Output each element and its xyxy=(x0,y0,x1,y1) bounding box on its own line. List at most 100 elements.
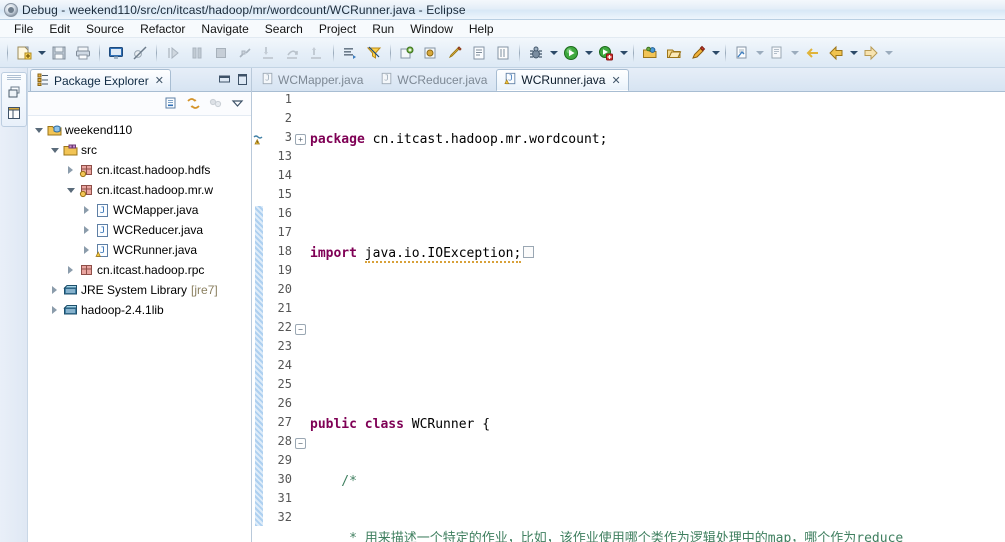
menu-source[interactable]: Source xyxy=(78,21,132,37)
twisty-closed-icon[interactable] xyxy=(80,240,93,260)
last-edit-location-icon[interactable] xyxy=(800,41,824,65)
tree-item-wcrunner-java[interactable]: J WCRunner.java xyxy=(28,240,251,260)
twisty-closed-icon[interactable] xyxy=(64,260,77,280)
open-type-icon[interactable] xyxy=(638,41,662,65)
close-icon[interactable]: ✕ xyxy=(155,74,164,87)
menu-refactor[interactable]: Refactor xyxy=(132,21,193,37)
tree-item-jre-system-library[interactable]: JRE System Library [jre7] xyxy=(28,280,251,300)
print-icon[interactable] xyxy=(71,41,95,65)
menu-file[interactable]: File xyxy=(6,21,41,37)
save-icon[interactable] xyxy=(47,41,71,65)
tab-label: WCReducer.java xyxy=(397,73,488,87)
menu-edit[interactable]: Edit xyxy=(41,21,78,37)
twisty-closed-icon[interactable] xyxy=(48,300,61,320)
external-tools-icon[interactable] xyxy=(594,41,618,65)
new-wizard-dropdown-icon[interactable] xyxy=(36,42,47,64)
twisty-open-icon[interactable] xyxy=(48,140,61,160)
back-dropdown-icon[interactable] xyxy=(848,42,859,64)
editor-folding-ruler[interactable]: + − − xyxy=(295,92,306,542)
java-doc-icon[interactable] xyxy=(467,41,491,65)
link-with-editor-icon[interactable] xyxy=(183,94,203,114)
forward-icon[interactable] xyxy=(859,41,883,65)
new-wizard-icon[interactable] xyxy=(12,41,36,65)
close-icon[interactable]: ✕ xyxy=(611,74,620,87)
next-annotation-dropdown-icon[interactable] xyxy=(754,42,765,64)
line-number: 16 xyxy=(277,206,292,220)
tab-wcreducer-java[interactable]: J WCReducer.java xyxy=(372,69,495,91)
use-step-filters-icon[interactable] xyxy=(362,41,386,65)
focus-on-active-task-icon[interactable] xyxy=(205,94,225,114)
fold-collapse-marker[interactable]: − xyxy=(295,434,306,453)
step-into-icon[interactable] xyxy=(257,41,281,65)
search-icon[interactable] xyxy=(686,41,710,65)
previous-annotation-icon[interactable] xyxy=(765,41,789,65)
fold-expand-marker[interactable]: + xyxy=(295,130,306,149)
terminate-icon[interactable] xyxy=(209,41,233,65)
search-dropdown-icon[interactable] xyxy=(710,42,721,64)
maximize-view-button[interactable] xyxy=(233,68,251,90)
tree-item-weekend110[interactable]: weekend110 xyxy=(28,120,251,140)
open-task-icon[interactable] xyxy=(662,41,686,65)
menu-help[interactable]: Help xyxy=(461,21,502,37)
new-java-project-icon[interactable] xyxy=(395,41,419,65)
twisty-closed-icon[interactable] xyxy=(80,200,93,220)
menu-bar: File Edit Source Refactor Navigate Searc… xyxy=(0,20,1005,38)
editor-annotation-ruler[interactable] xyxy=(252,92,266,542)
tree-item-wcreducer-java[interactable]: J WCReducer.java xyxy=(28,220,251,240)
tree-item-src[interactable]: src xyxy=(28,140,251,160)
menu-search[interactable]: Search xyxy=(257,21,311,37)
view-menu-icon[interactable] xyxy=(227,94,247,114)
menu-run[interactable]: Run xyxy=(364,21,402,37)
tree-item-wcmapper-java[interactable]: J WCMapper.java xyxy=(28,200,251,220)
disconnect-icon[interactable] xyxy=(233,41,257,65)
console-icon[interactable] xyxy=(104,41,128,65)
external-tools-dropdown-icon[interactable] xyxy=(618,42,629,64)
menu-project[interactable]: Project xyxy=(311,21,364,37)
debug-icon[interactable] xyxy=(524,41,548,65)
twisty-open-icon[interactable] xyxy=(64,180,77,200)
restore-icon[interactable] xyxy=(4,82,24,102)
java-perspective-icon[interactable] xyxy=(4,103,24,123)
menu-navigate[interactable]: Navigate xyxy=(193,21,256,37)
menu-window[interactable]: Window xyxy=(402,21,461,37)
tree-item-cn-itcast-hadoop-hdfs[interactable]: cn.itcast.hadoop.hdfs xyxy=(28,160,251,180)
drop-to-frame-icon[interactable] xyxy=(338,41,362,65)
tree-item-label: cn.itcast.hadoop.mr.w xyxy=(97,183,214,197)
tree-item-hadoop-lib[interactable]: hadoop-2.4.1lib xyxy=(28,300,251,320)
minimize-view-button[interactable] xyxy=(215,68,233,90)
new-java-class-icon[interactable] xyxy=(419,41,443,65)
annotation-icon[interactable] xyxy=(443,41,467,65)
resume-icon[interactable] xyxy=(161,41,185,65)
tree-item-cn-itcast-hadoop-mr-wordcount[interactable]: cn.itcast.hadoop.mr.w xyxy=(28,180,251,200)
toggle-mark-occurrences-icon[interactable] xyxy=(491,41,515,65)
tab-package-explorer[interactable]: Package Explorer ✕ xyxy=(30,69,171,91)
folded-region-box[interactable] xyxy=(523,246,535,258)
fold-collapse-marker[interactable]: − xyxy=(295,320,306,339)
step-return-icon[interactable] xyxy=(305,41,329,65)
next-annotation-icon[interactable] xyxy=(730,41,754,65)
code-text-area[interactable]: package cn.itcast.hadoop.mr.wordcount; i… xyxy=(306,92,1005,542)
step-over-icon[interactable] xyxy=(281,41,305,65)
suspend-icon[interactable] xyxy=(185,41,209,65)
twisty-closed-icon[interactable] xyxy=(48,280,61,300)
collapse-all-icon[interactable] xyxy=(161,94,181,114)
twisty-closed-icon[interactable] xyxy=(80,220,93,240)
previous-annotation-dropdown-icon[interactable] xyxy=(789,42,800,64)
tree-item-label: WCMapper.java xyxy=(113,203,199,217)
warning-marker-icon[interactable] xyxy=(253,133,265,145)
tree-item-cn-itcast-hadoop-rpc[interactable]: cn.itcast.hadoop.rpc xyxy=(28,260,251,280)
back-icon[interactable] xyxy=(824,41,848,65)
skip-breakpoints-icon[interactable] xyxy=(128,41,152,65)
forward-dropdown-icon[interactable] xyxy=(883,42,894,64)
tab-wcrunner-java[interactable]: J WCRunner.java ✕ xyxy=(496,69,629,91)
tab-wcmapper-java[interactable]: J WCMapper.java xyxy=(253,69,371,91)
package-icon xyxy=(77,180,95,200)
twisty-open-icon[interactable] xyxy=(32,120,45,140)
fast-view-grip[interactable] xyxy=(7,75,21,80)
project-tree[interactable]: weekend110 src cn.itcast.hadoop.hdfs cn.… xyxy=(28,116,251,542)
debug-dropdown-icon[interactable] xyxy=(548,42,559,64)
run-icon[interactable] xyxy=(559,41,583,65)
twisty-closed-icon[interactable] xyxy=(64,160,77,180)
run-dropdown-icon[interactable] xyxy=(583,42,594,64)
fold-slot xyxy=(295,415,306,434)
